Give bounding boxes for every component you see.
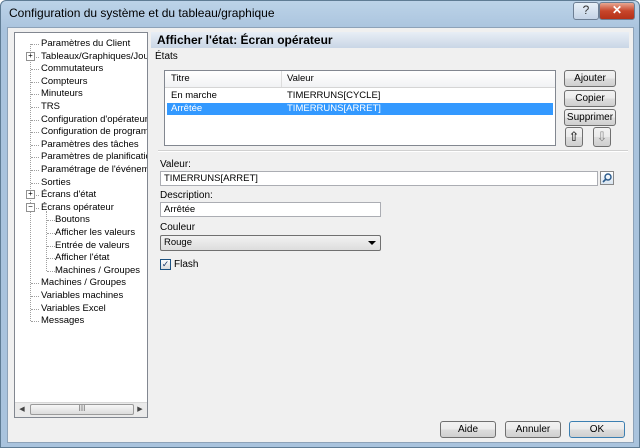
row-titre: En marche	[171, 90, 217, 101]
row-titre: Arrêtée	[171, 103, 203, 114]
title-bar[interactable]: Configuration du système et du tableau/g…	[1, 1, 639, 25]
tree-item[interactable]: Machines / Groupes	[55, 264, 140, 277]
color-select[interactable]: Rouge	[160, 235, 381, 251]
tree-item[interactable]: Compteurs	[41, 75, 87, 88]
help-button[interactable]: Aide	[440, 421, 496, 438]
expand-icon[interactable]: +	[26, 51, 35, 61]
tree-item[interactable]: Paramètres de planification	[41, 150, 147, 163]
states-list-header: Titre Valeur	[165, 71, 555, 88]
color-label: Couleur	[160, 222, 196, 233]
tree-item[interactable]: Boutons	[55, 213, 90, 226]
value-label: Valeur:	[160, 159, 191, 170]
tree-item[interactable]: Entrée de valeurs	[55, 239, 129, 252]
search-icon	[602, 173, 612, 183]
divider	[158, 150, 628, 152]
move-down-button[interactable]: ⇩	[593, 127, 611, 147]
tree-item[interactable]: Paramètres des tâches	[41, 138, 139, 151]
tree-item[interactable]: Commutateurs	[41, 62, 103, 75]
flash-checkbox[interactable]: ✓	[160, 259, 171, 270]
tree-item[interactable]: Machines / Groupes	[41, 276, 126, 289]
tree-item[interactable]: TRS	[41, 100, 60, 113]
tree-item[interactable]: Tableaux/Graphiques/Journa	[41, 50, 147, 63]
column-titre[interactable]: Titre	[171, 73, 190, 84]
description-label: Description:	[160, 190, 213, 201]
tree-item[interactable]: Variables Excel	[41, 302, 106, 315]
settings-tree[interactable]: Paramètres du Client Tableaux/Graphiques/…	[14, 32, 148, 418]
value-field[interactable]: TIMERRUNS[ARRET]	[160, 171, 598, 186]
ok-button[interactable]: OK	[569, 421, 625, 438]
browse-button[interactable]	[600, 171, 614, 185]
panel-header: Afficher l'état: Écran opérateur	[151, 32, 629, 48]
delete-button[interactable]: Supprimer	[564, 109, 616, 126]
states-list-row-selected[interactable]: Arrêtée TIMERRUNS[ARRET]	[167, 103, 553, 115]
row-valeur: TIMERRUNS[ARRET]	[287, 103, 381, 114]
window-title: Configuration du système et du tableau/g…	[9, 6, 275, 20]
close-button[interactable]: ✕	[599, 2, 635, 20]
column-valeur[interactable]: Valeur	[287, 73, 314, 84]
scroll-thumb[interactable]: III	[30, 404, 134, 415]
states-list-row[interactable]: En marche TIMERRUNS[CYCLE]	[167, 90, 553, 102]
copy-button[interactable]: Copier	[564, 90, 616, 107]
tree-horizontal-scrollbar[interactable]: ◀ III ▶	[15, 402, 147, 417]
states-list[interactable]: Titre Valeur En marche TIMERRUNS[CYCLE] …	[164, 70, 556, 146]
description-field[interactable]: Arrêtée	[160, 202, 381, 217]
tree-item[interactable]: Sorties	[41, 176, 71, 189]
flash-label[interactable]: Flash	[174, 259, 198, 270]
tree-item[interactable]: Configuration d'opérateur	[41, 113, 147, 126]
chevron-down-icon	[368, 241, 376, 245]
tree-item[interactable]: Paramétrage de l'événement	[41, 163, 147, 176]
help-title-button[interactable]: ?	[573, 2, 599, 20]
collapse-icon[interactable]: −	[26, 202, 35, 212]
tree-item[interactable]: Écrans opérateur	[41, 201, 114, 214]
dialog-body: Paramètres du Client Tableaux/Graphiques/…	[7, 27, 634, 443]
scroll-right-icon[interactable]: ▶	[133, 404, 147, 416]
tree-item[interactable]: Variables machines	[41, 289, 123, 302]
add-button[interactable]: Ajouter	[564, 70, 616, 87]
states-label: États	[155, 51, 178, 62]
tree-item[interactable]: Configuration de programme	[41, 125, 147, 138]
tree-item[interactable]: Afficher l'état	[55, 251, 109, 264]
expand-icon[interactable]: +	[26, 190, 35, 200]
tree-item[interactable]: Minuteurs	[41, 87, 83, 100]
row-valeur: TIMERRUNS[CYCLE]	[287, 90, 381, 101]
tree-item[interactable]: Paramètres du Client	[41, 37, 130, 50]
tree-item[interactable]: Messages	[41, 314, 84, 327]
move-up-button[interactable]: ⇧	[565, 127, 583, 147]
color-select-value: Rouge	[164, 237, 192, 248]
cancel-button[interactable]: Annuler	[505, 421, 561, 438]
scroll-left-icon[interactable]: ◀	[15, 404, 29, 416]
dialog-window: Configuration du système et du tableau/g…	[0, 0, 640, 448]
tree-item[interactable]: Écrans d'état	[41, 188, 96, 201]
tree-item[interactable]: Afficher les valeurs	[55, 226, 135, 239]
